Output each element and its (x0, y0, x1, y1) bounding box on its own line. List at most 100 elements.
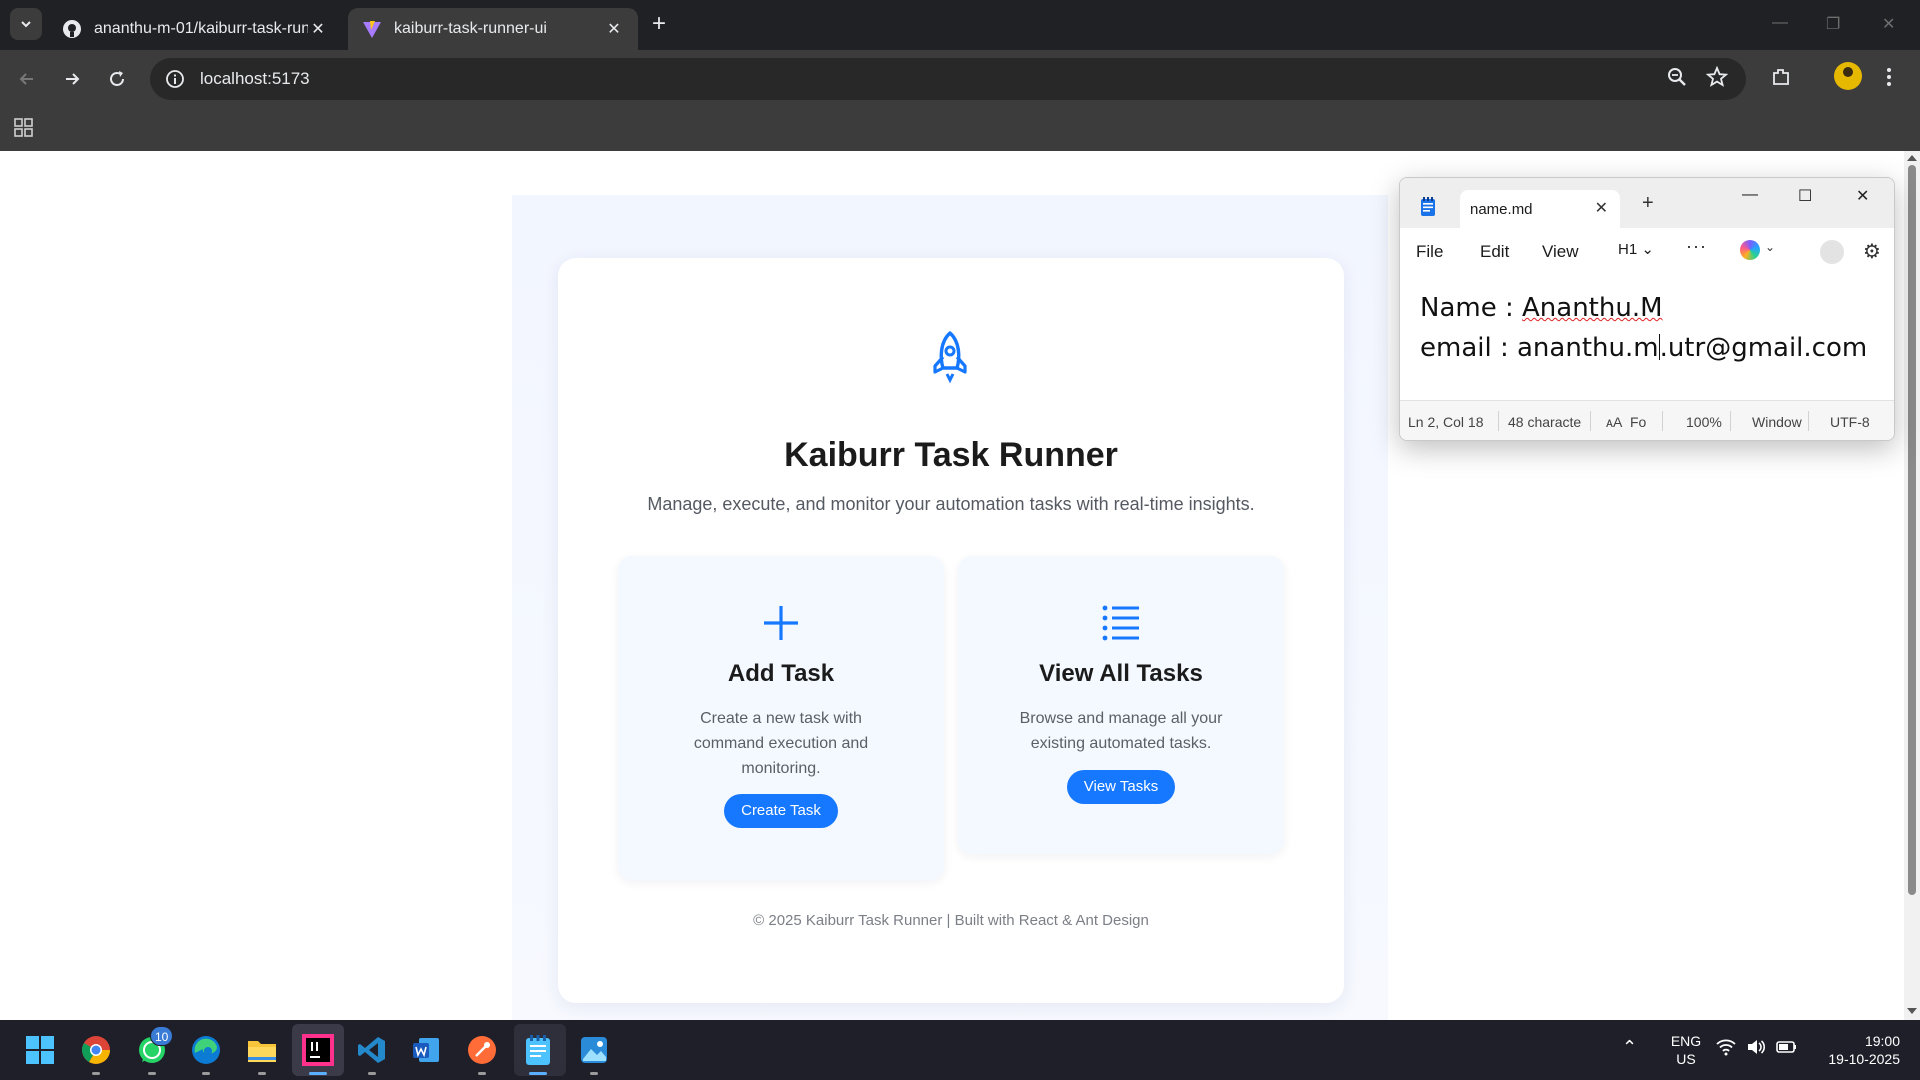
forward-button[interactable] (59, 66, 85, 92)
notepad-tab[interactable]: name.md ✕ (1460, 190, 1620, 228)
tab-kaiburr-ui[interactable]: kaiburr-task-runner-ui ✕ (348, 8, 638, 50)
address-bar[interactable]: localhost:5173 (150, 58, 1746, 100)
home-card: Kaiburr Task Runner Manage, execute, and… (558, 258, 1344, 1003)
taskbar-indicator (368, 1072, 376, 1075)
minimize-icon[interactable]: — (1742, 186, 1758, 204)
windows-start-icon[interactable] (24, 1034, 56, 1066)
notepad-editor[interactable]: Name : Ananthu.M email : ananthu.m.utr@g… (1420, 288, 1867, 368)
close-icon[interactable]: ✕ (308, 19, 328, 39)
minimize-icon[interactable]: — (1772, 14, 1788, 32)
close-window-icon[interactable]: ✕ (1882, 14, 1895, 34)
clock[interactable]: 19:00 19-10-2025 (1812, 1032, 1900, 1068)
scrollbar-thumb[interactable] (1908, 165, 1916, 895)
create-task-button[interactable]: Create Task (724, 794, 838, 828)
editor-line: Name : Ananthu.M (1420, 288, 1867, 328)
status-divider (1808, 411, 1809, 431)
back-button[interactable] (14, 66, 40, 92)
vscode-icon[interactable] (356, 1034, 388, 1066)
photos-icon[interactable] (578, 1034, 610, 1066)
font-size-icon[interactable]: ᴀA (1606, 414, 1622, 430)
list-icon (1102, 605, 1139, 641)
heading-dropdown[interactable]: H1 ⌄ (1618, 240, 1654, 258)
maximize-icon[interactable]: ☐ (1798, 186, 1812, 206)
card-description: Create a new task with command execution… (693, 710, 869, 777)
close-icon[interactable]: ✕ (1595, 198, 1608, 218)
taskbar-indicator (148, 1072, 156, 1075)
font-label[interactable]: Fo (1630, 414, 1652, 430)
site-info-icon[interactable] (164, 68, 186, 90)
chevron-up-icon[interactable]: ⌃ (1622, 1038, 1637, 1056)
zoom-icon[interactable] (1666, 66, 1688, 93)
bookmark-star-icon[interactable] (1705, 65, 1729, 93)
wifi-icon[interactable] (1716, 1038, 1736, 1060)
taskbar-indicator (202, 1072, 210, 1075)
vite-icon (363, 21, 381, 38)
close-icon[interactable]: ✕ (604, 19, 624, 39)
postman-icon[interactable] (466, 1034, 498, 1066)
card-title: Add Task (727, 660, 835, 687)
url-text: localhost:5173 (200, 69, 310, 88)
extensions-icon[interactable] (1770, 66, 1792, 93)
more-options-button[interactable]: ··· (1686, 236, 1707, 257)
more-menu-icon[interactable] (1886, 66, 1892, 93)
line-text: email : ananthu.m (1420, 333, 1659, 363)
copilot-icon[interactable] (1740, 240, 1760, 260)
heading-label: H1 (1618, 241, 1638, 258)
clock-time: 19:00 (1864, 1033, 1900, 1049)
notepad-menubar: File Edit View H1 ⌄ ··· ⌄ ⚙ (1400, 228, 1894, 272)
notepad-new-tab-button[interactable]: + (1642, 192, 1654, 215)
close-window-icon[interactable]: ✕ (1856, 186, 1869, 206)
chevron-down-icon[interactable]: ⌄ (1765, 240, 1775, 254)
status-divider (1590, 411, 1591, 431)
menu-edit[interactable]: Edit (1480, 242, 1509, 262)
account-icon[interactable] (1820, 240, 1844, 264)
file-explorer-icon[interactable] (246, 1034, 278, 1066)
scroll-up-icon[interactable] (1907, 155, 1917, 161)
language-indicator[interactable]: ENG US (1666, 1032, 1706, 1068)
battery-icon[interactable] (1776, 1038, 1798, 1060)
new-tab-button[interactable]: + (652, 12, 666, 36)
view-tasks-button[interactable]: View Tasks (1067, 770, 1175, 804)
notepad-statusbar: Ln 2, Col 18 48 characte ᴀA Fo 100% Wind… (1400, 400, 1894, 440)
tab-search-button[interactable] (10, 8, 42, 40)
reload-button[interactable] (104, 66, 130, 92)
card-description: Browse and manage all your existing auto… (1019, 710, 1223, 752)
notification-badge: 10 (150, 1026, 174, 1046)
zoom-level[interactable]: 100% (1686, 414, 1722, 430)
notepad-titlebar: name.md ✕ + — ☐ ✕ (1400, 178, 1894, 228)
chevron-down-icon (21, 21, 31, 28)
apps-grid-icon[interactable] (14, 118, 34, 143)
chrome-icon[interactable] (80, 1034, 112, 1066)
chevron-down-icon: ⌄ (1641, 241, 1654, 258)
encoding[interactable]: UTF-8 (1830, 414, 1870, 430)
add-task-card: Add Task Create a new task with command … (618, 556, 944, 880)
region-label: US (1676, 1051, 1696, 1067)
plus-icon (764, 606, 798, 640)
taskbar-indicator (590, 1072, 598, 1075)
gear-icon[interactable]: ⚙ (1863, 239, 1881, 264)
tab-title: kaiburr-task-runner-ui (394, 20, 547, 37)
notepad-icon (1421, 197, 1435, 216)
taskbar-indicator (258, 1072, 266, 1075)
page-title: Kaiburr Task Runner (784, 436, 1118, 474)
restore-icon[interactable]: ❐ (1826, 14, 1840, 34)
tab-github[interactable]: ananthu-m-01/kaiburr-task-run ✕ (48, 8, 342, 50)
page-footer: © 2025 Kaiburr Task Runner | Built with … (753, 912, 1149, 929)
status-divider (1662, 411, 1663, 431)
rocket-icon (933, 331, 967, 384)
line-ending[interactable]: Window (1752, 414, 1802, 430)
notepad-taskbar-icon[interactable] (522, 1034, 554, 1066)
volume-icon[interactable] (1746, 1038, 1766, 1060)
page-scrollbar[interactable] (1904, 151, 1920, 1020)
edge-icon[interactable] (190, 1034, 222, 1066)
view-tasks-card: View All Tasks Browse and manage all you… (958, 556, 1284, 854)
status-divider (1730, 411, 1731, 431)
menu-view[interactable]: View (1542, 242, 1579, 262)
menu-file[interactable]: File (1416, 242, 1443, 262)
line-text: Name : (1420, 293, 1522, 323)
taskbar-indicator (92, 1072, 100, 1075)
intellij-icon[interactable] (302, 1034, 334, 1066)
word-icon[interactable] (410, 1034, 442, 1066)
scroll-down-icon[interactable] (1907, 1008, 1917, 1014)
profile-avatar[interactable] (1834, 62, 1862, 90)
